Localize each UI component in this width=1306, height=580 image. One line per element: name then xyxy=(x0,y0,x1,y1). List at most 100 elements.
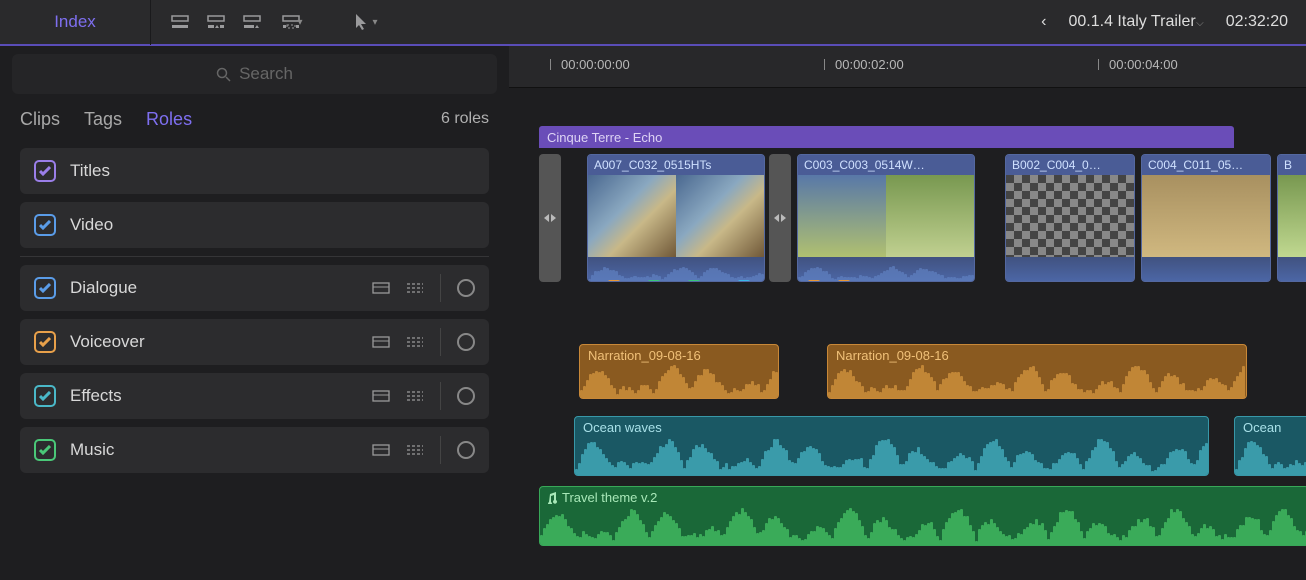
separator xyxy=(440,274,441,302)
role-checkbox[interactable] xyxy=(34,331,56,353)
video-lane: A007_C032_0515HTs C003_C003_0514W… B002_… xyxy=(539,154,1306,284)
transition-handle[interactable] xyxy=(539,154,561,282)
roles-list: Titles Video Dialogue Voiceover xyxy=(0,144,509,481)
project-name-dropdown[interactable]: 00.1.4 Italy Trailer ⌵ xyxy=(1069,13,1204,31)
show-subroles-icon[interactable] xyxy=(406,444,424,456)
toolbar-icons: ▾ ▾ xyxy=(151,12,399,32)
role-checkbox[interactable] xyxy=(34,160,56,182)
ruler-tick: 00:00:04:00 xyxy=(1109,57,1178,72)
role-controls xyxy=(372,274,475,302)
select-tool-icon[interactable]: ▾ xyxy=(351,13,381,31)
role-checkbox[interactable] xyxy=(34,385,56,407)
role-item-dialogue[interactable]: Dialogue xyxy=(20,265,489,311)
ruler-tick: 00:00:02:00 xyxy=(835,57,904,72)
focus-button[interactable] xyxy=(457,387,475,405)
chevron-down-icon: ▾ xyxy=(372,17,377,28)
separator xyxy=(440,328,441,356)
project-name-label: 00.1.4 Italy Trailer xyxy=(1069,13,1196,30)
video-clip[interactable]: C003_C003_0514W… xyxy=(797,154,975,282)
position-tool-icon[interactable] xyxy=(169,12,191,32)
clip-header: B xyxy=(1278,155,1306,175)
index-tabs: Clips Tags Roles 6 roles xyxy=(0,94,509,144)
transition-handle[interactable] xyxy=(769,154,791,282)
tab-roles[interactable]: Roles xyxy=(146,109,192,130)
timeline-ruler[interactable]: 00:00:00:00 00:00:02:00 00:00:04:00 xyxy=(509,46,1306,88)
clip-label: Narration_09-08-16 xyxy=(836,348,949,363)
video-clip[interactable]: C004_C011_05… xyxy=(1141,154,1271,282)
top-toolbar: Index ▾ ▾ ‹ 00.1.4 Italy Trailer ⌵ 02:32… xyxy=(0,0,1306,46)
role-controls xyxy=(372,436,475,464)
focus-button[interactable] xyxy=(457,279,475,297)
clip-label: C003_C003_0514W… xyxy=(804,158,925,172)
role-controls xyxy=(372,328,475,356)
role-checkbox[interactable] xyxy=(34,439,56,461)
audio-clip-effects[interactable]: Ocean xyxy=(1234,416,1306,476)
clip-label: Ocean waves xyxy=(583,420,662,435)
clip-label: C004_C011_05… xyxy=(1148,158,1243,172)
append-tool-icon[interactable] xyxy=(241,12,263,32)
main-area: Search Clips Tags Roles 6 roles Titles V… xyxy=(0,46,1306,580)
chevron-down-icon: ▾ xyxy=(297,17,302,28)
clip-header: C003_C003_0514W… xyxy=(798,155,974,175)
tab-clips[interactable]: Clips xyxy=(20,109,60,130)
title-clip[interactable]: Cinque Terre - Echo xyxy=(539,126,1234,148)
clip-label: Travel theme v.2 xyxy=(562,490,657,505)
focus-button[interactable] xyxy=(457,333,475,351)
role-item-titles[interactable]: Titles xyxy=(20,148,489,194)
video-clip[interactable]: A007_C032_0515HTs xyxy=(587,154,765,282)
timeline-area[interactable]: 00:00:00:00 00:00:02:00 00:00:04:00 Cinq… xyxy=(509,46,1306,580)
collapse-lane-icon[interactable] xyxy=(372,282,390,294)
tab-tags[interactable]: Tags xyxy=(84,109,122,130)
search-placeholder: Search xyxy=(239,64,293,84)
collapse-lane-icon[interactable] xyxy=(372,444,390,456)
audio-clip-voiceover[interactable]: Narration_09-08-16 xyxy=(827,344,1247,399)
role-checkbox[interactable] xyxy=(34,277,56,299)
video-clip[interactable]: B002_C004_0… xyxy=(1005,154,1135,282)
back-button[interactable]: ‹ xyxy=(1041,13,1046,31)
clip-header: C004_C011_05… xyxy=(1142,155,1270,175)
role-item-voiceover[interactable]: Voiceover xyxy=(20,319,489,365)
show-subroles-icon[interactable] xyxy=(406,336,424,348)
index-button[interactable]: Index xyxy=(0,12,150,32)
show-subroles-icon[interactable] xyxy=(406,390,424,402)
role-label: Music xyxy=(70,440,114,460)
separator xyxy=(440,382,441,410)
role-label: Voiceover xyxy=(70,332,145,352)
separator xyxy=(440,436,441,464)
video-clip[interactable]: B xyxy=(1277,154,1306,282)
show-subroles-icon[interactable] xyxy=(406,282,424,294)
audio-clip-music[interactable]: Travel theme v.2 xyxy=(539,486,1306,546)
insert-tool-icon[interactable] xyxy=(205,12,227,32)
role-item-music[interactable]: Music xyxy=(20,427,489,473)
clip-label: B002_C004_0… xyxy=(1012,158,1101,172)
focus-button[interactable] xyxy=(457,441,475,459)
clip-header: B002_C004_0… xyxy=(1006,155,1134,175)
role-label: Dialogue xyxy=(70,278,137,298)
role-label: Effects xyxy=(70,386,122,406)
search-input[interactable]: Search xyxy=(12,54,497,94)
role-checkbox[interactable] xyxy=(34,214,56,236)
collapse-lane-icon[interactable] xyxy=(372,390,390,402)
clip-label: A007_C032_0515HTs xyxy=(594,158,711,172)
music-icon xyxy=(546,492,558,504)
clip-header: A007_C032_0515HTs xyxy=(588,155,764,175)
overwrite-tool-icon[interactable]: ▾ xyxy=(277,12,307,32)
index-sidebar: Search Clips Tags Roles 6 roles Titles V… xyxy=(0,46,509,580)
ruler-tick: 00:00:00:00 xyxy=(561,57,630,72)
separator xyxy=(20,256,489,257)
search-icon xyxy=(216,67,231,82)
clip-label: Narration_09-08-16 xyxy=(588,348,701,363)
toolbar-right: ‹ 00.1.4 Italy Trailer ⌵ 02:32:20 xyxy=(1041,13,1288,31)
role-item-video[interactable]: Video xyxy=(20,202,489,248)
collapse-lane-icon[interactable] xyxy=(372,336,390,348)
clip-label: B xyxy=(1284,158,1292,172)
audio-clip-voiceover[interactable]: Narration_09-08-16 xyxy=(579,344,779,399)
role-controls xyxy=(372,382,475,410)
chevron-down-icon: ⌵ xyxy=(1196,18,1204,29)
roles-count: 6 roles xyxy=(441,110,489,128)
clip-label: Ocean xyxy=(1243,420,1281,435)
role-label: Titles xyxy=(70,161,110,181)
role-item-effects[interactable]: Effects xyxy=(20,373,489,419)
role-label: Video xyxy=(70,215,113,235)
audio-clip-effects[interactable]: Ocean waves xyxy=(574,416,1209,476)
